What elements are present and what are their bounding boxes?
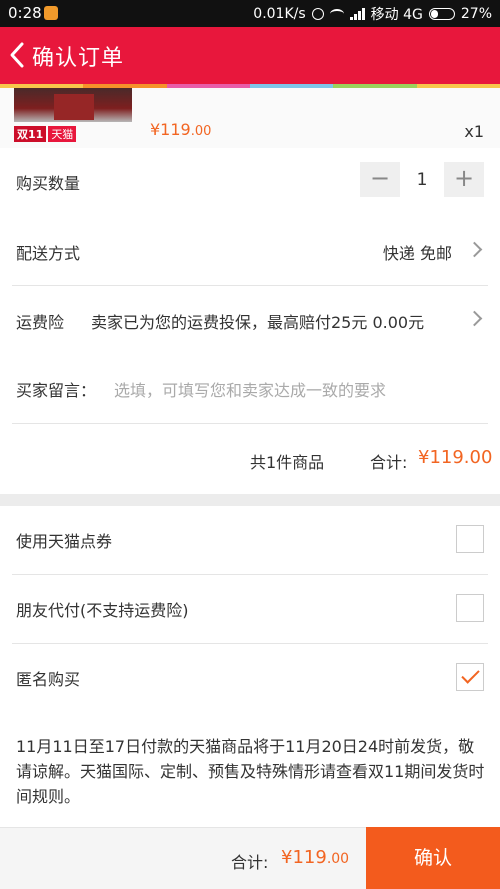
product-image[interactable] [14,88,132,122]
friend-pay-label: 朋友代付(不支持运费险) [16,601,189,620]
quantity-label: 购买数量 [16,174,81,193]
product-card[interactable]: 双11 天猫 ¥119.00 x1 [0,88,500,148]
insurance-label: 运费险 [16,313,65,332]
quantity-value: 1 [416,169,428,190]
summary-total: ¥119.00 [418,447,493,468]
tmall-badge: 双11 天猫 [14,126,77,142]
chevron-right-icon [466,310,483,327]
alarm-icon [311,8,324,20]
delivery-row[interactable]: 配送方式 快递 免邮 [0,218,500,286]
anonymous-label: 匿名购买 [16,670,81,689]
plus-button[interactable]: + [444,162,484,197]
voucher-row[interactable]: 使用天猫点券 [0,506,500,574]
message-label: 买家留言： [16,381,97,400]
battery-percent: 27% [460,6,492,22]
chevron-right-icon [466,241,483,258]
anonymous-row[interactable]: 匿名购买 [0,644,500,712]
status-time: 0:28 [8,4,42,22]
status-right: 0.01K/s 移动 4G 27% [253,4,492,24]
summary-total-label: 合计: [370,453,408,472]
item-count: 共1件商品 [250,453,325,472]
delivery-label: 配送方式 [16,244,81,263]
minus-button[interactable]: − [360,162,400,197]
bottom-bar: 合计: ¥119.00 确认 [0,827,500,889]
carrier-text: 移动 4G [370,7,423,23]
insurance-row[interactable]: 运费险 卖家已为您的运费投保，最高赔付25元 0.00元 [0,287,500,355]
battery-icon [428,8,455,20]
voucher-label: 使用天猫点券 [16,532,113,551]
quantity-stepper: − 1 + [360,162,484,197]
anonymous-checkbox[interactable] [456,663,484,691]
product-price: ¥119.00 [150,120,212,139]
voucher-checkbox[interactable] [456,525,484,553]
friend-pay-checkbox[interactable] [456,594,484,622]
confirm-button[interactable]: 确认 [366,827,500,889]
order-summary: 共1件商品 合计: ¥119.00 [0,424,500,494]
shipping-notice: 11月11日至17日付款的天猫商品将于11月20日24时前发货，敬请谅解。天猫国… [16,737,485,806]
message-row: 买家留言： 选填，可填写您和卖家达成一致的要求 [0,355,500,423]
bottom-total-label: 合计: [231,853,269,872]
page-title: 确认订单 [32,46,125,71]
quantity-row: 购买数量 − 1 + [0,148,500,216]
friend-pay-row[interactable]: 朋友代付(不支持运费险) [0,575,500,643]
message-input[interactable]: 选填，可填写您和卖家达成一致的要求 [114,377,386,401]
back-arrow-icon[interactable] [8,41,26,69]
notification-icon [44,6,58,20]
product-quantity: x1 [464,122,484,141]
signal-icon [349,8,365,20]
divider [12,285,488,286]
wifi-icon [329,9,344,19]
delivery-value: 快递 免邮 [382,244,452,263]
section-gap [0,494,500,506]
network-speed: 0.01K/s [253,6,306,22]
status-bar: 0:28 0.01K/s 移动 4G 27% [0,0,500,27]
bottom-total: ¥119.00 [281,847,350,868]
app-header: 确认订单 [0,27,500,84]
insurance-text: 卖家已为您的运费投保，最高赔付25元 0.00元 [91,313,425,332]
